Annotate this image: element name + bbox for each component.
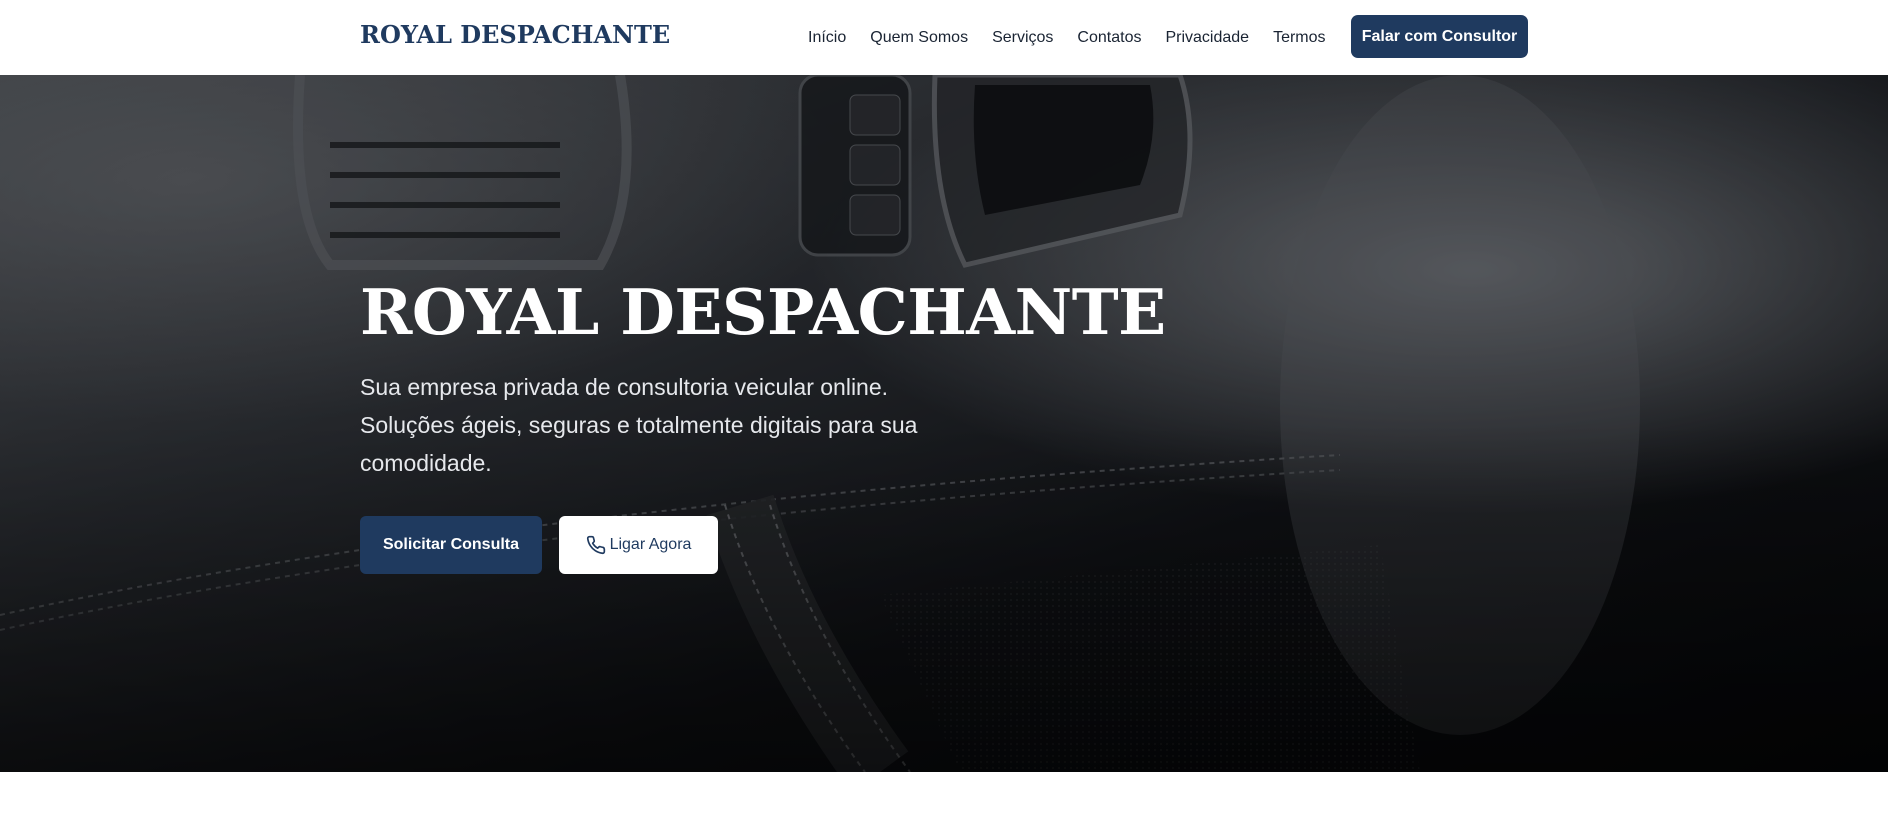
- nav-link-termos[interactable]: Termos: [1273, 29, 1325, 47]
- request-consultation-button[interactable]: Solicitar Consulta: [360, 516, 542, 574]
- call-now-label: Ligar Agora: [609, 536, 692, 553]
- hero-title: ROYAL DESPACHANTE: [360, 275, 1166, 349]
- nav-link-contatos[interactable]: Contatos: [1077, 29, 1141, 47]
- nav-link-privacidade[interactable]: Privacidade: [1165, 29, 1249, 47]
- call-now-button[interactable]: Ligar Agora: [559, 516, 718, 574]
- site-header: ROYAL DESPACHANTE Início Quem Somos Serv…: [0, 0, 1888, 75]
- nav-link-servicos[interactable]: Serviços: [992, 29, 1053, 47]
- main-nav: Início Quem Somos Serviços Contatos Priv…: [808, 0, 1350, 75]
- nav-link-inicio[interactable]: Início: [808, 29, 846, 47]
- hero-subtitle-line: Sua empresa privada de consultoria veicu…: [360, 374, 889, 400]
- hero-subtitle-line: Soluções ágeis, seguras e totalmente dig…: [360, 412, 918, 438]
- phone-icon: [586, 535, 606, 555]
- hero-section: ROYAL DESPACHANTE Sua empresa privada de…: [0, 75, 1888, 772]
- brand-logo-text[interactable]: ROYAL DESPACHANTE: [360, 20, 670, 49]
- nav-link-quem-somos[interactable]: Quem Somos: [870, 29, 968, 47]
- hero-subtitle-line: comodidade.: [360, 450, 492, 476]
- hero-subtitle: Sua empresa privada de consultoria veicu…: [360, 368, 1000, 482]
- talk-to-consultant-button[interactable]: Falar com Consultor: [1351, 15, 1528, 58]
